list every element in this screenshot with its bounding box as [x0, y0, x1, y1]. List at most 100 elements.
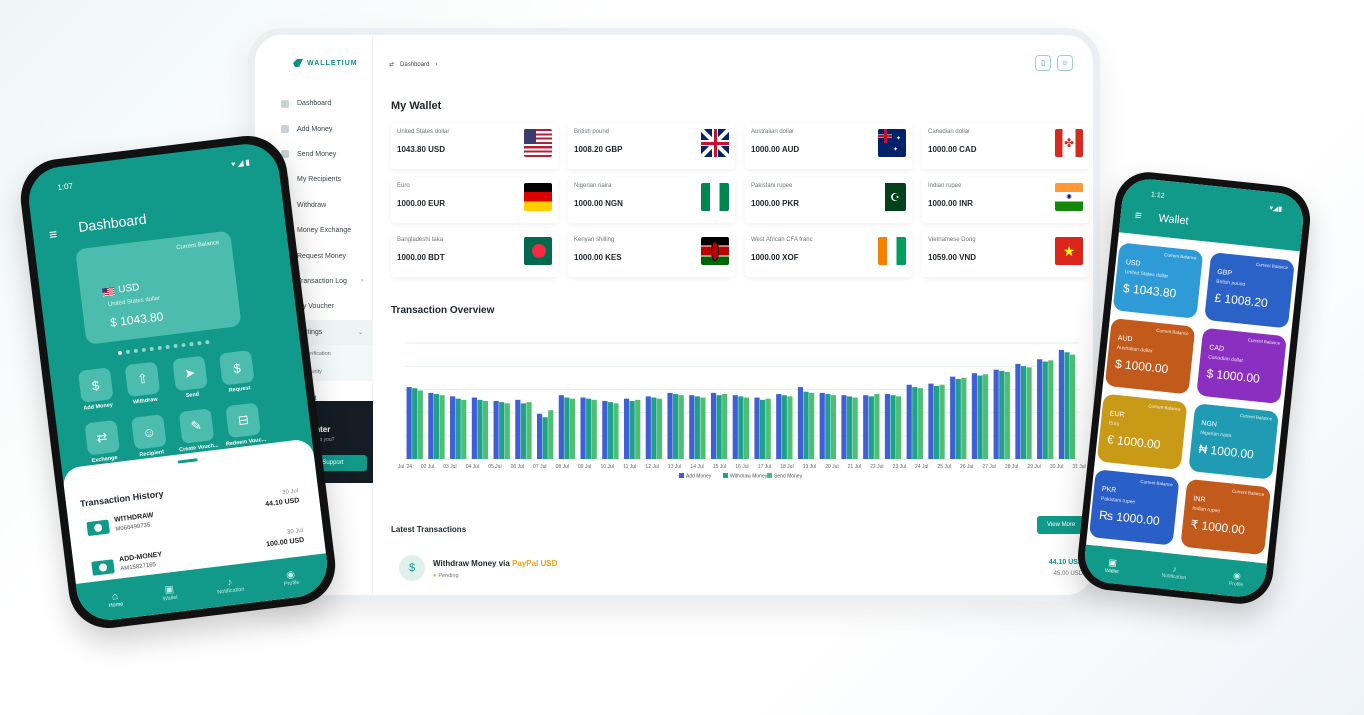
menu-icon[interactable]: ≡ [48, 226, 58, 243]
bar-add-money[interactable] [471, 397, 477, 459]
bar-send-money[interactable] [765, 398, 771, 459]
bar-add-money[interactable] [819, 392, 825, 459]
bar-send-money[interactable] [961, 377, 967, 459]
transaction-row[interactable]: $ Withdraw Money via PayPal USD Pending … [391, 547, 1083, 587]
bar-withdraw-money[interactable] [1064, 352, 1070, 459]
wallet-card-aud[interactable]: Current Balance AUD Australian dollar $ 100… [1104, 318, 1196, 395]
wallet-card[interactable]: Vietnamese Dong 1059.00 VND ★ [922, 231, 1089, 277]
sidebar-item-dashboard[interactable]: Dashboard [255, 91, 373, 116]
wallet-card[interactable]: Canadian dollar 1000.00 CAD ✤ [922, 123, 1089, 169]
bar-add-money[interactable] [667, 392, 673, 459]
bar-send-money[interactable] [504, 403, 510, 459]
bar-withdraw-money[interactable] [477, 399, 483, 459]
bar-withdraw-money[interactable] [520, 403, 527, 459]
tab-profile[interactable]: ◉ Profile [282, 568, 300, 587]
wallet-card[interactable]: Bangladeshi taka 1000.00 BDT [391, 231, 558, 277]
bar-send-money[interactable] [526, 402, 532, 459]
bar-add-money[interactable] [841, 395, 847, 459]
legend-label[interactable]: Add Money [686, 474, 712, 480]
bar-add-money[interactable] [776, 394, 782, 459]
bar-send-money[interactable] [896, 396, 902, 459]
bar-withdraw-money[interactable] [586, 398, 592, 459]
wallet-card[interactable]: Pakistani rupee 1000.00 PKR ☪ [745, 177, 912, 223]
bar-add-money[interactable] [623, 398, 630, 459]
bar-send-money[interactable] [1026, 367, 1032, 459]
breadcrumb[interactable]: ⇄ Dashboard › [389, 61, 437, 69]
wallet-card[interactable]: British pound 1008.20 GBP [568, 123, 735, 169]
balance-card[interactable]: Current Balance USD United States dollar… [75, 230, 242, 345]
bar-withdraw-money[interactable] [651, 397, 657, 459]
bar-withdraw-money[interactable] [999, 370, 1005, 459]
bar-send-money[interactable] [874, 394, 880, 459]
wallet-card-cad[interactable]: Current Balance CAD Canadian dollar $ 1000.… [1196, 327, 1287, 405]
bar-add-money[interactable] [993, 369, 999, 459]
wallet-card[interactable]: Indian rupee 1000.00 INR ✺ [922, 177, 1089, 223]
bar-withdraw-money[interactable] [716, 395, 722, 459]
wallet-card-eur[interactable]: Current Balance EUR Euro € 1000.00 [1096, 393, 1188, 471]
bar-withdraw-money[interactable] [542, 417, 548, 459]
bar-withdraw-money[interactable] [868, 396, 874, 459]
bar-add-money[interactable] [428, 392, 434, 459]
bar-send-money[interactable] [678, 395, 684, 459]
action-add-money[interactable]: $ Add Money [70, 366, 122, 412]
bar-withdraw-money[interactable] [694, 396, 700, 459]
bar-withdraw-money[interactable] [890, 395, 896, 459]
bar-add-money[interactable] [884, 394, 891, 459]
bar-send-money[interactable] [787, 396, 793, 459]
bar-send-money[interactable] [983, 374, 989, 459]
bar-withdraw-money[interactable] [412, 388, 418, 459]
user-icon[interactable]: ☺ [1057, 55, 1073, 71]
sidebar-item-add-money[interactable]: Add Money [255, 116, 373, 141]
bar-add-money[interactable] [537, 413, 543, 459]
bar-send-money[interactable] [809, 392, 815, 459]
bar-withdraw-money[interactable] [564, 397, 570, 459]
bar-send-money[interactable] [591, 399, 597, 459]
bar-add-money[interactable] [645, 396, 651, 459]
bar-withdraw-money[interactable] [455, 398, 461, 459]
bar-send-money[interactable] [852, 397, 858, 459]
bar-add-money[interactable] [493, 401, 499, 459]
tab-home[interactable]: ⌂ Home [107, 590, 123, 608]
bar-withdraw-money[interactable] [955, 378, 961, 459]
bar-send-money[interactable] [1048, 360, 1054, 459]
wallet-card[interactable]: West African CFA franc 1000.00 XOF [745, 231, 912, 277]
bar-withdraw-money[interactable] [433, 394, 440, 459]
bar-add-money[interactable] [928, 383, 934, 459]
bar-send-money[interactable] [635, 399, 641, 459]
bar-send-money[interactable] [700, 397, 706, 459]
bar-withdraw-money[interactable] [499, 402, 505, 459]
bar-add-money[interactable] [515, 399, 521, 459]
bar-send-money[interactable] [439, 395, 445, 459]
legend-label[interactable]: Send Money [774, 474, 803, 480]
action-withdraw[interactable]: ⇧ Withdraw [117, 361, 169, 407]
tab-notification[interactable]: ♪ Notification [216, 575, 245, 595]
wallet-card[interactable]: United States dollar 1043.80 USD [391, 123, 558, 169]
bar-add-money[interactable] [797, 387, 804, 459]
bar-withdraw-money[interactable] [933, 385, 940, 459]
tab-notification[interactable]: ♪ Notification [1161, 563, 1187, 581]
bar-add-money[interactable] [732, 395, 738, 459]
action-redeem-vouc[interactable]: ⊟ Redeem Vouc... [218, 402, 270, 448]
tab-profile[interactable]: ◉ Profile [1229, 569, 1245, 588]
bar-withdraw-money[interactable] [1020, 366, 1027, 459]
bar-send-money[interactable] [1069, 354, 1076, 459]
bar-add-money[interactable] [558, 395, 564, 459]
action-exchange[interactable]: ⇄ Exchange [76, 419, 128, 465]
action-create-vouch[interactable]: ✎ Create Vouch... [171, 407, 223, 453]
legend-label[interactable]: Withdraw Money [730, 474, 768, 480]
bar-send-money[interactable] [548, 410, 554, 459]
bar-withdraw-money[interactable] [781, 395, 787, 459]
bar-withdraw-money[interactable] [1042, 361, 1048, 459]
logo[interactable]: WALLETIUM [293, 59, 358, 67]
bar-send-money[interactable] [830, 395, 836, 459]
bar-withdraw-money[interactable] [760, 399, 766, 459]
bar-withdraw-money[interactable] [846, 396, 853, 459]
wallet-card-ngn[interactable]: Current Balance NGN Nigerian naira ₦ 1000.0… [1188, 403, 1279, 480]
bar-add-money[interactable] [602, 401, 608, 459]
bar-withdraw-money[interactable] [673, 394, 679, 459]
wallet-card-gbp[interactable]: Current Balance GBP British pound £ 1008.20 [1204, 252, 1295, 329]
bar-withdraw-money[interactable] [977, 375, 983, 459]
bar-send-money[interactable] [1004, 372, 1010, 459]
bar-add-money[interactable] [950, 376, 956, 459]
menu-icon[interactable]: ≡ [1134, 208, 1142, 223]
